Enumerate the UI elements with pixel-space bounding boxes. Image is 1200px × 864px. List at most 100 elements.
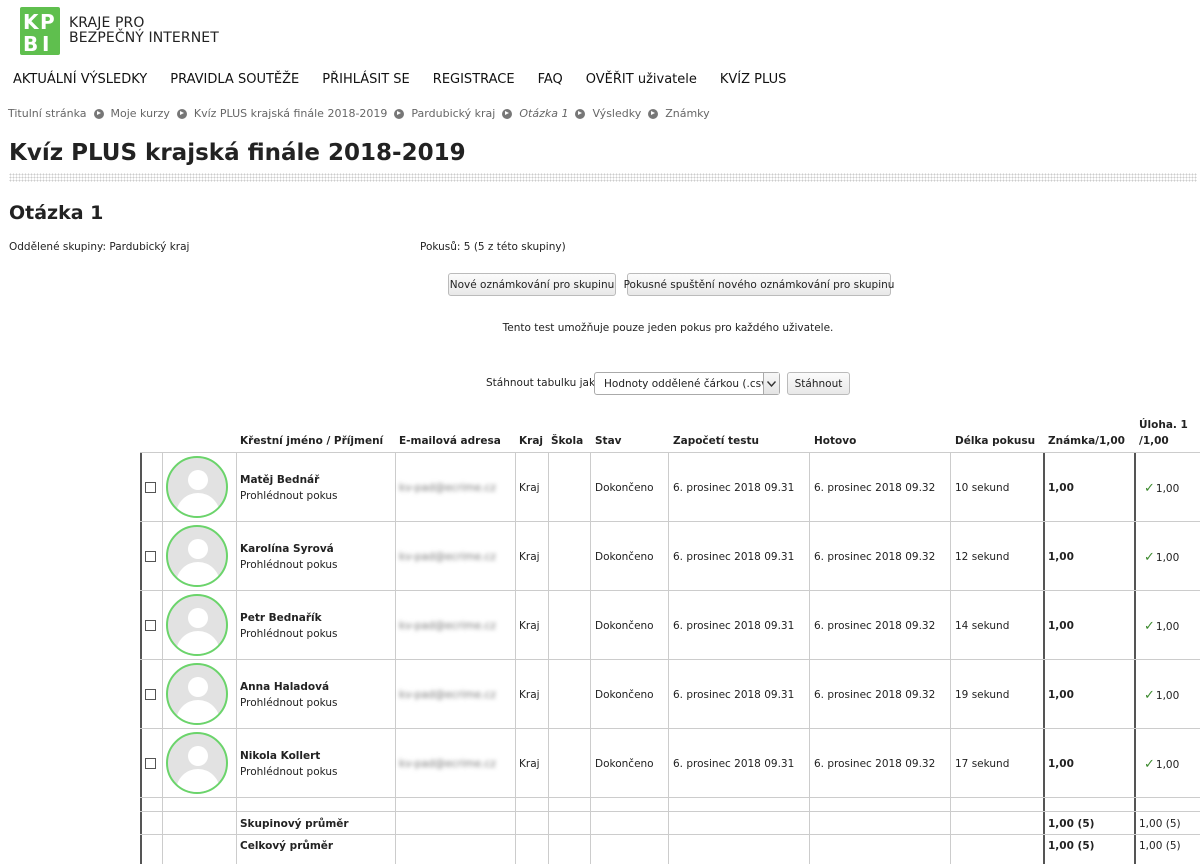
- nav-rules[interactable]: PRAVIDLA SOUTĚŽE: [170, 72, 299, 87]
- col-divider: [809, 452, 810, 864]
- student-region: Kraj: [519, 551, 540, 563]
- attempt-grade[interactable]: 1,00: [1048, 758, 1074, 770]
- row-checkbox[interactable]: [145, 620, 156, 631]
- avatar[interactable]: [166, 732, 228, 794]
- attempt-grade[interactable]: 1,00: [1048, 551, 1074, 563]
- student-name[interactable]: Petr Bednařík: [240, 612, 322, 624]
- question-score[interactable]: ✓1,00: [1144, 481, 1179, 496]
- page-title: Kvíz PLUS krajská finále 2018-2019: [9, 140, 466, 166]
- attempt-grade[interactable]: 1,00: [1048, 620, 1074, 632]
- breadcrumb-grades[interactable]: Známky: [665, 107, 709, 120]
- review-attempt-link[interactable]: Prohlédnout pokus: [240, 766, 338, 778]
- nav-quiz-plus[interactable]: KVÍZ PLUS: [720, 72, 787, 87]
- download-format-select[interactable]: Hodnoty oddělené čárkou (.csv): [594, 372, 780, 395]
- col-header-school[interactable]: Škola: [551, 435, 583, 447]
- student-name[interactable]: Nikola Kollert: [240, 750, 320, 762]
- attempt-grade[interactable]: 1,00: [1048, 482, 1074, 494]
- nav-faq[interactable]: FAQ: [538, 72, 563, 87]
- col-divider: [395, 452, 396, 864]
- student-name[interactable]: Matěj Bednář: [240, 474, 319, 486]
- chevron-down-icon: [763, 373, 779, 394]
- col-header-q1-max: /1,00: [1139, 435, 1169, 447]
- review-attempt-link[interactable]: Prohlédnout pokus: [240, 628, 338, 640]
- attempt-started: 6. prosinec 2018 09.31: [673, 758, 795, 770]
- row-checkbox[interactable]: [145, 758, 156, 769]
- download-button[interactable]: Stáhnout: [787, 372, 850, 395]
- dry-run-regrade-button[interactable]: Pokusné spuštění nového oznámkování pro …: [624, 273, 894, 296]
- overall-average-grade: 1,00 (5): [1048, 840, 1095, 852]
- breadcrumb-results[interactable]: Výsledky: [592, 107, 641, 120]
- col-header-q1[interactable]: Úloha. 1: [1139, 419, 1188, 431]
- attempt-finished: 6. prosinec 2018 09.32: [814, 551, 936, 563]
- student-name[interactable]: Anna Haladová: [240, 681, 329, 693]
- nav-verify-user[interactable]: OVĚŘIT uživatele: [586, 72, 697, 87]
- chevron-right-icon: [176, 108, 187, 119]
- attempt-state: Dokončeno: [595, 758, 654, 770]
- avatar[interactable]: [166, 525, 228, 587]
- group-average-grade: 1,00 (5): [1048, 818, 1095, 830]
- group-average-q1: 1,00 (5): [1139, 818, 1181, 830]
- col-header-state[interactable]: Stav: [595, 435, 622, 447]
- attempt-state: Dokončeno: [595, 551, 654, 563]
- col-header-started[interactable]: Započetí testu: [673, 435, 759, 447]
- col-divider: [950, 452, 951, 864]
- site-logo[interactable]: K P B I KRAJE PRO BEZPEČNÝ INTERNET: [18, 5, 219, 57]
- row-checkbox[interactable]: [145, 482, 156, 493]
- overall-average-q1: 1,00 (5): [1139, 840, 1181, 852]
- student-email: kv-pad@ecrime.cz: [399, 758, 496, 770]
- col-divider: [548, 452, 549, 864]
- nav-register[interactable]: REGISTRACE: [433, 72, 515, 87]
- svg-text:K: K: [23, 10, 40, 34]
- breadcrumb-my-courses[interactable]: Moje kurzy: [111, 107, 170, 120]
- breadcrumb-home[interactable]: Titulní stránka: [8, 107, 87, 120]
- question-score[interactable]: ✓1,00: [1144, 757, 1179, 772]
- breadcrumb-group[interactable]: Pardubický kraj: [411, 107, 495, 120]
- row-checkbox[interactable]: [145, 551, 156, 562]
- attempt-state: Dokončeno: [595, 689, 654, 701]
- question-score-value: 1,00: [1155, 483, 1180, 495]
- question-score[interactable]: ✓1,00: [1144, 619, 1179, 634]
- col-header-duration[interactable]: Délka pokusu: [955, 435, 1035, 447]
- avatar[interactable]: [166, 594, 228, 656]
- logo-mark: K P B I: [18, 5, 62, 57]
- question-score[interactable]: ✓1,00: [1144, 688, 1179, 703]
- breadcrumb-question[interactable]: Otázka 1: [519, 107, 568, 120]
- row-divider: [140, 521, 1200, 522]
- question-score-value: 1,00: [1155, 759, 1180, 771]
- student-name[interactable]: Karolína Syrová: [240, 543, 334, 555]
- logo-text: KRAJE PRO BEZPEČNÝ INTERNET: [69, 16, 219, 46]
- review-attempt-link[interactable]: Prohlédnout pokus: [240, 490, 338, 502]
- col-header-email[interactable]: E-mailová adresa: [399, 435, 501, 447]
- attempt-duration: 12 sekund: [955, 551, 1010, 563]
- question-score[interactable]: ✓1,00: [1144, 550, 1179, 565]
- svg-text:I: I: [42, 32, 49, 56]
- avatar[interactable]: [166, 456, 228, 518]
- overall-average-label: Celkový průměr: [240, 840, 334, 852]
- col-header-grade[interactable]: Známka/1,00: [1048, 435, 1125, 447]
- student-region: Kraj: [519, 689, 540, 701]
- attempt-duration: 19 sekund: [955, 689, 1010, 701]
- row-checkbox[interactable]: [145, 689, 156, 700]
- col-header-region[interactable]: Kraj: [519, 435, 543, 447]
- chevron-right-icon: [575, 108, 586, 119]
- chevron-right-icon: [502, 108, 513, 119]
- attempt-duration: 14 sekund: [955, 620, 1010, 632]
- review-attempt-link[interactable]: Prohlédnout pokus: [240, 697, 338, 709]
- col-header-name[interactable]: Křestní jméno / Příjmení: [240, 435, 383, 447]
- regrade-group-button[interactable]: Nové oznámkování pro skupinu: [448, 273, 616, 296]
- breadcrumb-course[interactable]: Kvíz PLUS krajská finále 2018-2019: [194, 107, 388, 120]
- student-email: kv-pad@ecrime.cz: [399, 689, 496, 701]
- nav-results[interactable]: AKTUÁLNÍ VÝSLEDKY: [13, 72, 147, 87]
- attempt-limit-info: Tento test umožňuje pouze jeden pokus pr…: [502, 322, 834, 334]
- attempt-grade[interactable]: 1,00: [1048, 689, 1074, 701]
- student-region: Kraj: [519, 620, 540, 632]
- nav-login[interactable]: PŘIHLÁSIT SE: [322, 72, 410, 87]
- col-header-finished[interactable]: Hotovo: [814, 435, 856, 447]
- attempt-state: Dokončeno: [595, 620, 654, 632]
- table-border: [1134, 452, 1136, 864]
- avatar[interactable]: [166, 663, 228, 725]
- attempt-duration: 10 sekund: [955, 482, 1010, 494]
- student-region: Kraj: [519, 758, 540, 770]
- review-attempt-link[interactable]: Prohlédnout pokus: [240, 559, 338, 571]
- chevron-right-icon: [648, 108, 659, 119]
